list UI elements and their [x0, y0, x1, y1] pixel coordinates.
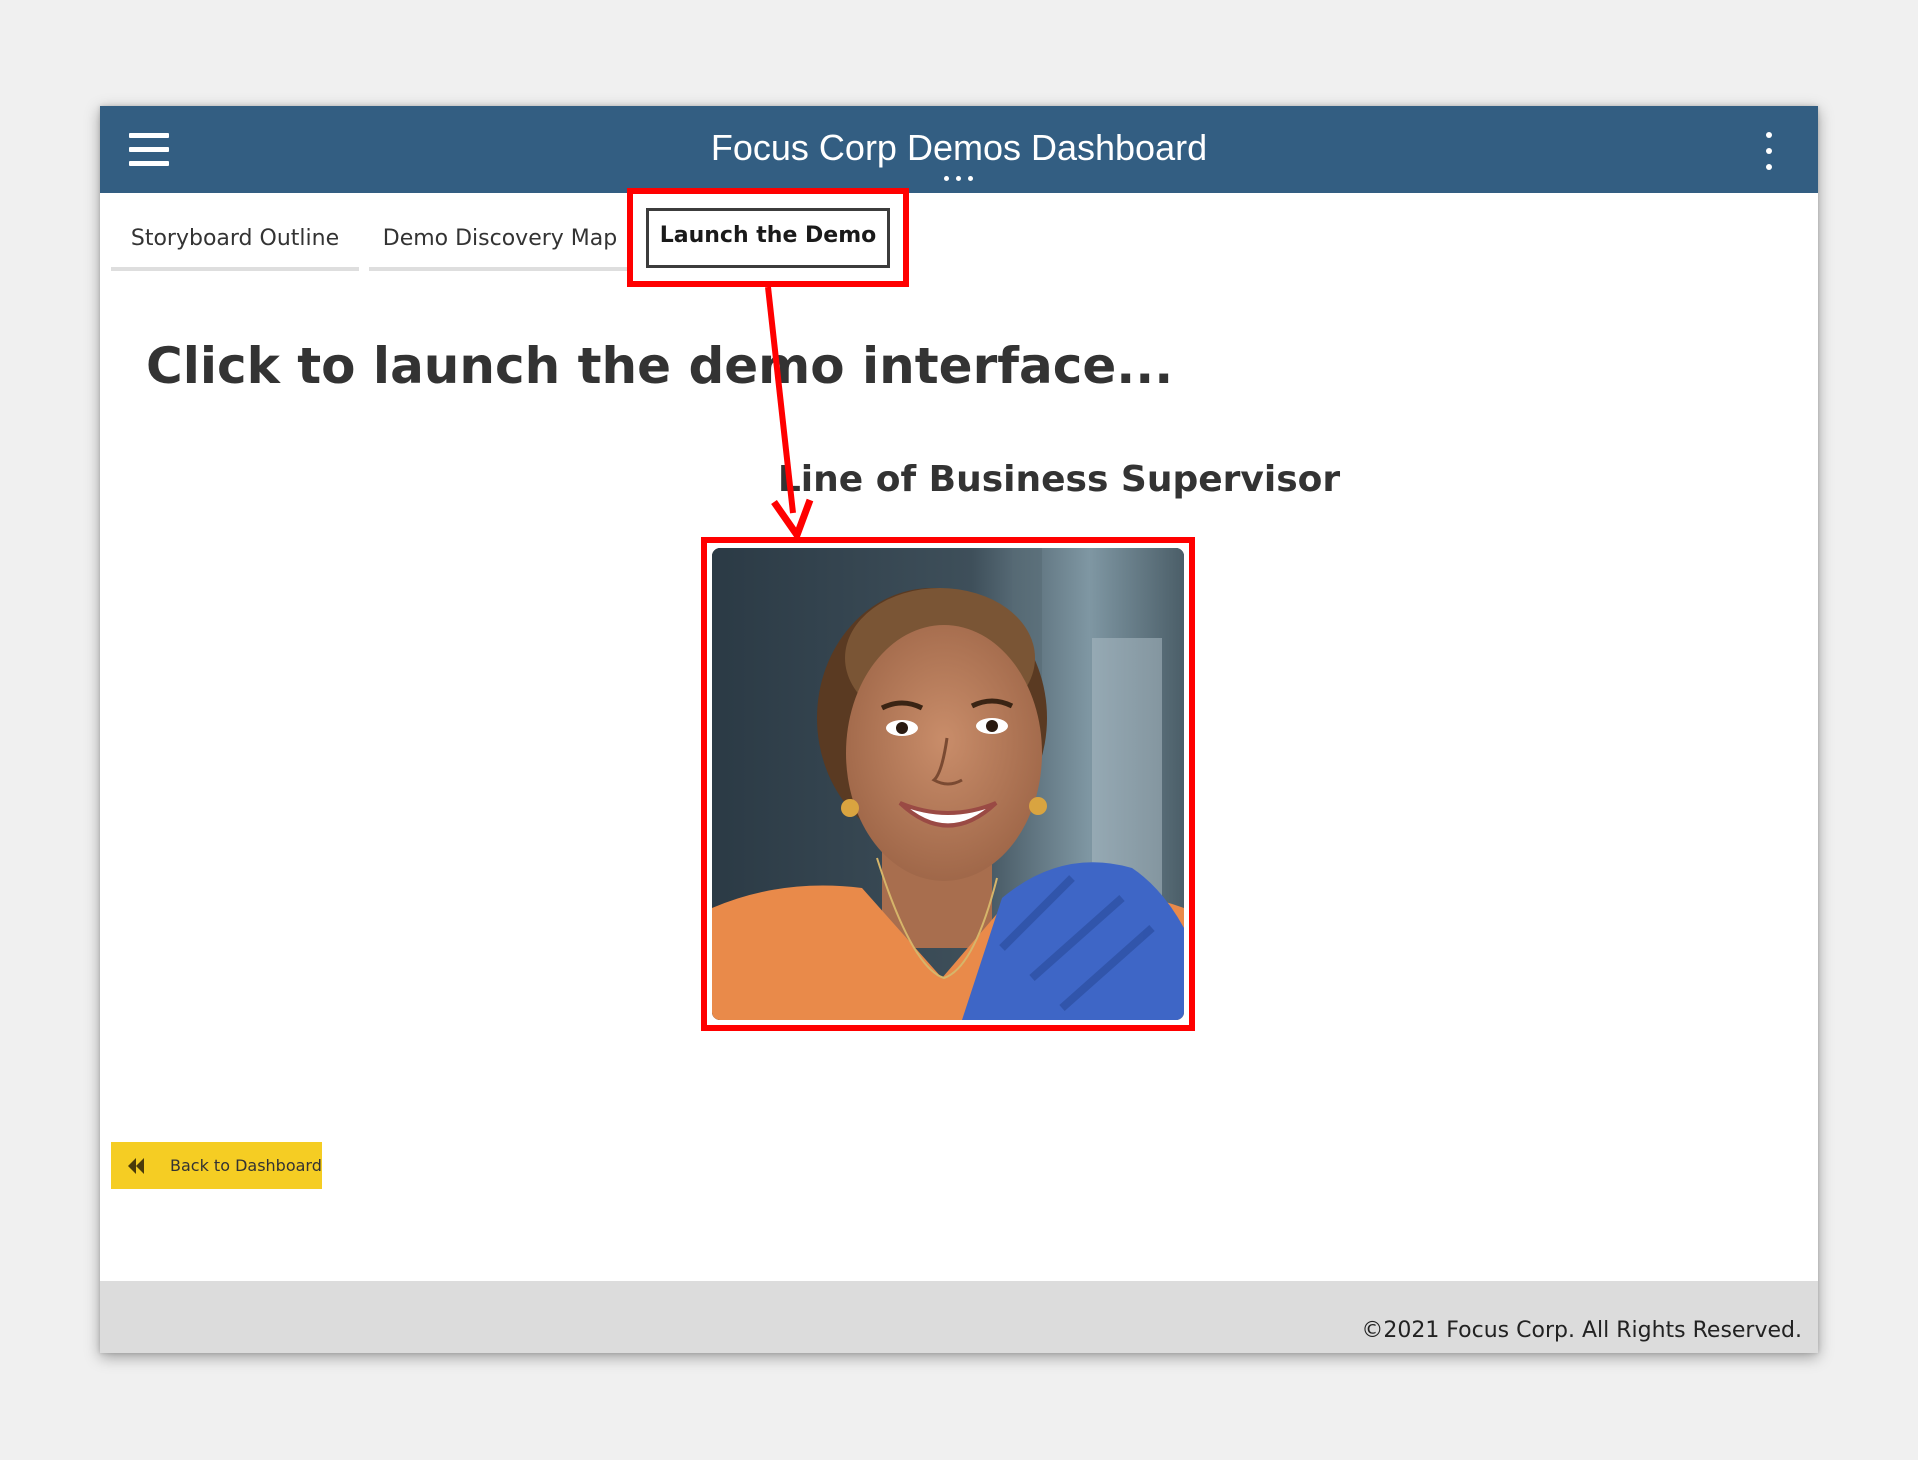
- tab-highlight-box: [627, 188, 909, 287]
- persona-highlight-box: [701, 537, 1195, 1031]
- more-vertical-icon[interactable]: [1762, 132, 1776, 170]
- persona-title: Line of Business Supervisor: [777, 459, 1341, 500]
- app-title: Focus Corp Demos Dashboard: [710, 127, 1208, 168]
- page-heading: Click to launch the demo interface...: [146, 337, 1174, 395]
- back-to-dashboard-label: Back to Dashboard: [170, 1156, 322, 1175]
- tab-demo-discovery-map[interactable]: Demo Discovery Map: [369, 211, 631, 271]
- title-dots-icon: [942, 176, 976, 182]
- double-chevron-left-icon: [128, 1158, 144, 1174]
- app-header: Focus Corp Demos Dashboard: [100, 106, 1818, 193]
- tab-storyboard-outline[interactable]: Storyboard Outline: [111, 211, 359, 271]
- copyright-text: ©2021 Focus Corp. All Rights Reserved.: [1361, 1318, 1802, 1343]
- app-window: Focus Corp Demos Dashboard Storyboard Ou…: [100, 106, 1818, 1353]
- footer: ©2021 Focus Corp. All Rights Reserved.: [100, 1281, 1818, 1353]
- back-to-dashboard-button[interactable]: Back to Dashboard: [111, 1142, 322, 1189]
